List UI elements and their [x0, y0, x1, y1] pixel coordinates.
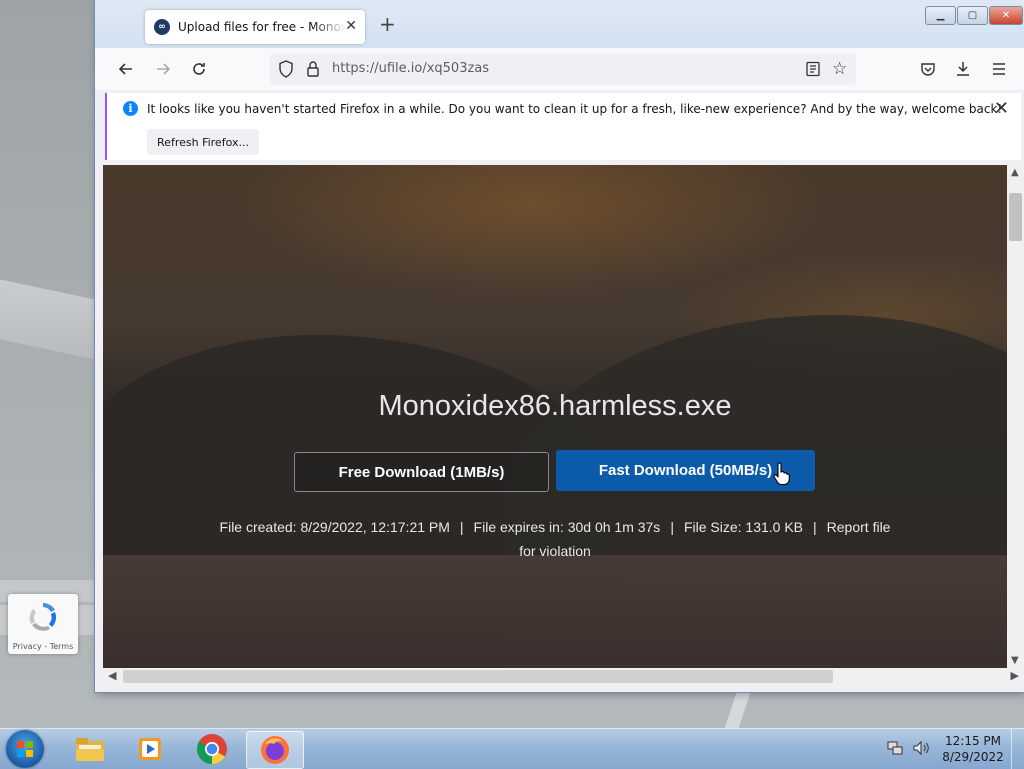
- navigation-bar: https://ufile.io/xq503zas ☆: [95, 48, 1024, 90]
- recaptcha-privacy-terms[interactable]: Privacy - Terms: [8, 642, 78, 651]
- url-text[interactable]: https://ufile.io/xq503zas: [332, 61, 489, 76]
- scroll-down-arrow-icon[interactable]: ▼: [1011, 655, 1019, 666]
- horizontal-scroll-thumb[interactable]: [123, 670, 833, 683]
- taskbar-file-explorer[interactable]: [62, 731, 118, 767]
- scroll-up-arrow-icon[interactable]: ▲: [1011, 167, 1019, 178]
- page-content: Monoxidex86.harmless.exe Free Download (…: [103, 165, 1007, 668]
- tab-close-icon[interactable]: ✕: [345, 18, 357, 34]
- notification-message: It looks like you haven't started Firefo…: [147, 102, 1003, 116]
- vertical-scroll-thumb[interactable]: [1009, 193, 1022, 241]
- back-button[interactable]: [115, 58, 137, 80]
- close-notification-icon[interactable]: ✕: [994, 98, 1009, 119]
- free-download-button[interactable]: Free Download (1MB/s): [294, 452, 549, 492]
- bookmark-star-icon[interactable]: ☆: [832, 59, 847, 79]
- close-window-button[interactable]: ✕: [989, 6, 1023, 25]
- download-icon: [957, 62, 969, 76]
- desktop-wallpaper-shape: [0, 279, 100, 361]
- folder-icon: [76, 738, 104, 761]
- clock-date: 8/29/2022: [942, 750, 1004, 764]
- forward-button[interactable]: [152, 58, 174, 80]
- forward-arrow-icon: [157, 63, 171, 75]
- refresh-firefox-button[interactable]: Refresh Firefox...: [147, 129, 259, 155]
- network-icon[interactable]: [886, 739, 904, 757]
- chrome-icon: [196, 734, 227, 765]
- meta-separator: |: [813, 519, 817, 535]
- file-created-date: File created: 8/29/2022, 12:17:21 PM: [219, 519, 450, 535]
- recaptcha-badge[interactable]: Privacy - Terms: [8, 594, 78, 654]
- system-tray: [886, 739, 930, 757]
- recaptcha-icon: [29, 603, 57, 631]
- meta-separator: |: [459, 519, 464, 535]
- back-arrow-icon: [118, 63, 132, 75]
- info-icon: i: [123, 101, 138, 116]
- pocket-icon: [921, 63, 935, 76]
- downloads-button[interactable]: [952, 58, 974, 80]
- horizontal-scrollbar[interactable]: ◀ ▶: [103, 668, 1019, 685]
- reader-view-icon[interactable]: [805, 61, 821, 77]
- clock-time: 12:15 PM: [945, 734, 1001, 748]
- file-expires-in: File expires in: 30d 0h 1m 37s: [473, 519, 661, 535]
- reload-button[interactable]: [188, 58, 210, 80]
- vertical-scrollbar[interactable]: ▲ ▼: [1007, 165, 1024, 668]
- desktop-wallpaper-shape: [723, 692, 751, 732]
- firefox-refresh-notification: i It looks like you haven't started Fire…: [105, 93, 1021, 160]
- firefox-window: ∞ Upload files for free - Monoxidex86.ha…: [95, 0, 1024, 692]
- address-bar[interactable]: https://ufile.io/xq503zas ☆: [270, 53, 856, 85]
- scroll-left-arrow-icon[interactable]: ◀: [108, 669, 116, 682]
- windows-logo-icon: [17, 741, 33, 757]
- taskbar-chrome[interactable]: [184, 731, 240, 767]
- menu-button[interactable]: [988, 58, 1010, 80]
- maximize-button[interactable]: ▢: [957, 6, 988, 25]
- taskbar-firefox[interactable]: [246, 731, 304, 769]
- pocket-button[interactable]: [917, 58, 939, 80]
- show-desktop-button[interactable]: [1011, 729, 1024, 769]
- new-tab-button[interactable]: +: [379, 14, 396, 34]
- tracking-protection-shield-icon[interactable]: [278, 60, 294, 78]
- hand-pointer-cursor-icon: [773, 462, 790, 486]
- tab-active[interactable]: ∞ Upload files for free - Monoxidex86.ha…: [145, 10, 365, 44]
- meta-separator: |: [670, 519, 674, 535]
- scroll-right-arrow-icon[interactable]: ▶: [1011, 669, 1019, 682]
- taskbar: 12:15 PM 8/29/2022: [0, 728, 1024, 769]
- lock-icon[interactable]: [306, 60, 320, 78]
- reload-icon: [193, 63, 205, 75]
- minimize-button[interactable]: ▁: [925, 6, 956, 25]
- background-lake: [103, 555, 1007, 668]
- firefox-icon: [261, 736, 289, 764]
- file-meta-info: File created: 8/29/2022, 12:17:21 PM | Fil…: [213, 515, 897, 563]
- volume-icon[interactable]: [912, 739, 930, 757]
- ufile-favicon-icon: ∞: [154, 19, 170, 35]
- tab-bar: ∞ Upload files for free - Monoxidex86.ha…: [95, 0, 1024, 48]
- tab-title: Upload files for free - Monoxidex86.harm…: [178, 20, 346, 34]
- media-player-icon: [139, 738, 161, 760]
- file-size: File Size: 131.0 KB: [683, 519, 804, 535]
- system-clock[interactable]: 12:15 PM 8/29/2022: [940, 733, 1006, 765]
- hamburger-menu-icon: [993, 63, 1005, 75]
- taskbar-media-player[interactable]: [122, 731, 178, 767]
- file-name-heading: Monoxidex86.harmless.exe: [378, 390, 732, 422]
- start-button[interactable]: [6, 730, 44, 768]
